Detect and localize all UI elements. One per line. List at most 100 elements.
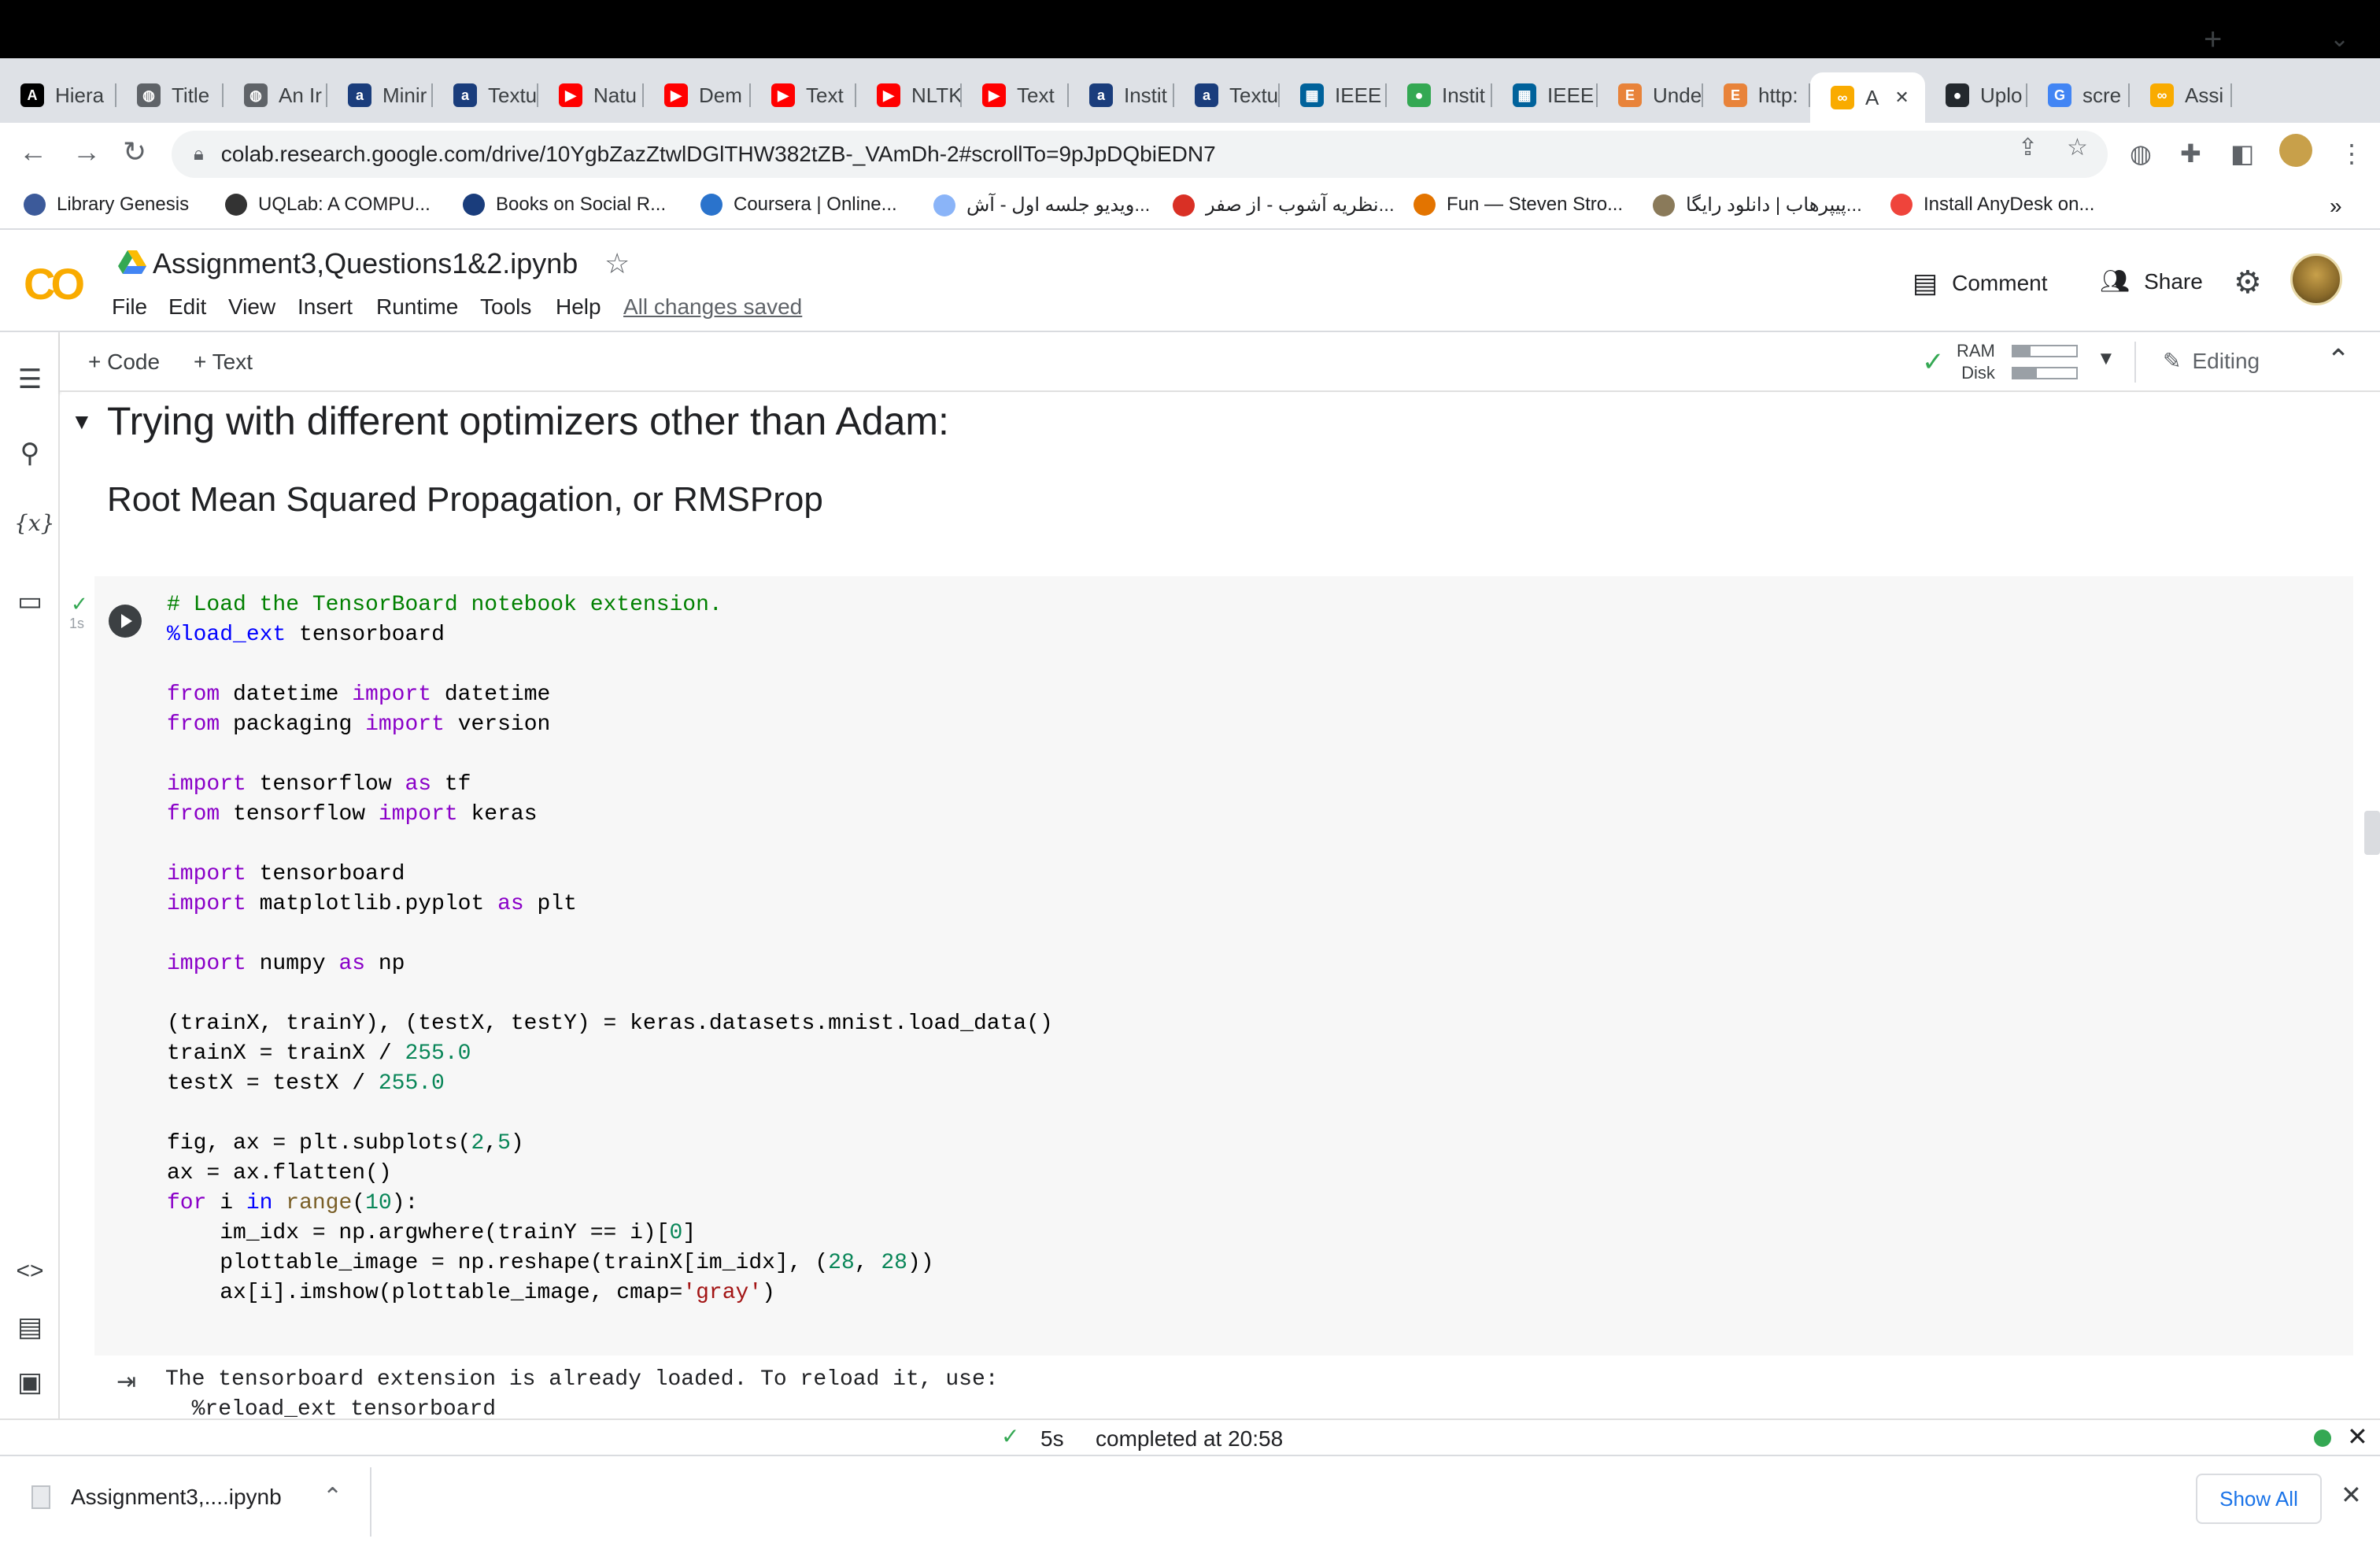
command-palette-icon[interactable]: ▤ — [14, 1311, 46, 1343]
browser-tab[interactable]: ▶ Text — [962, 72, 1069, 118]
extensions-puzzle-icon[interactable]: ✚ — [2180, 139, 2201, 168]
add-code-button[interactable]: + Code — [88, 350, 160, 375]
section-heading: Trying with different optimizers other t… — [107, 399, 949, 443]
browser-tab[interactable]: Gscre — [2027, 72, 2130, 118]
add-text-button[interactable]: + Text — [194, 350, 253, 375]
new-tab-button[interactable]: + — [2204, 22, 2222, 57]
url-text[interactable]: colab.research.google.com/drive/10YgbZaz… — [221, 142, 1216, 167]
bookmark-item[interactable]: پیپرهاب | دانلود رایگا... — [1653, 194, 1862, 216]
share-page-icon[interactable]: ⇪ — [2018, 134, 2038, 161]
output-icon[interactable]: ⇥ — [116, 1368, 136, 1396]
star-icon[interactable]: ☆ — [604, 247, 630, 280]
browser-tab[interactable]: Ehttp: — [1703, 72, 1810, 118]
scrollbar-thumb[interactable] — [2364, 811, 2380, 855]
browser-tab[interactable]: a Textu — [433, 72, 538, 118]
resources-dropdown-icon[interactable]: ▼ — [2097, 348, 2116, 370]
browser-tab[interactable]: ∞ A ✕ — [1810, 72, 1925, 123]
bookmark-item[interactable]: Install AnyDesk on... — [1890, 194, 2094, 216]
bookmark-item[interactable]: Books on Social R... — [463, 194, 666, 216]
bookmark-label: نظریه آشوب - از صفر... — [1206, 194, 1395, 216]
browser-tab[interactable]: ∞ Assi — [2130, 72, 2232, 118]
bookmarks-bar: Library Genesis UQLab: A COMPU... Books on… — [0, 186, 2380, 230]
menu-view[interactable]: View — [228, 294, 275, 320]
bookmark-label: پیپرهاب | دانلود رایگا... — [1686, 194, 1862, 216]
tab-label: Text — [806, 83, 844, 107]
more-bookmarks-chevron-icon[interactable]: » — [2330, 194, 2342, 219]
menu-insert[interactable]: Insert — [298, 294, 353, 320]
bookmark-item[interactable]: نظریه آشوب - از صفر... — [1173, 194, 1395, 216]
editing-mode-button[interactable]: ✎ Editing — [2163, 348, 2260, 374]
kebab-menu-icon[interactable]: ⋮ — [2339, 139, 2364, 168]
search-icon[interactable]: ⚲ — [14, 438, 46, 469]
asu-icon: A — [20, 83, 44, 107]
browser-tab[interactable]: A Hiera — [0, 72, 116, 118]
profile-avatar[interactable] — [2279, 134, 2312, 167]
variables-icon[interactable]: {x} — [14, 510, 54, 536]
section-collapse-icon[interactable]: ▼ — [71, 409, 93, 435]
google-drive-icon[interactable] — [118, 250, 146, 276]
browser-tab[interactable]: ▶ Natu — [538, 72, 644, 118]
ieee-icon: ▦ — [1513, 83, 1536, 107]
browser-tab[interactable]: ▶ Dem — [644, 72, 751, 118]
arc-icon: a — [453, 83, 477, 107]
bookmark-item[interactable]: Fun — Steven Stro... — [1414, 194, 1623, 216]
download-options-chevron-icon[interactable]: ⌃ — [323, 1483, 342, 1511]
terminal-icon[interactable]: ▣ — [14, 1367, 46, 1398]
tab-search-chevron-icon[interactable]: ⌄ — [2330, 25, 2349, 53]
address-bar[interactable]: 🔒︎ colab.research.google.com/drive/10Ygb… — [172, 131, 2108, 178]
show-all-button[interactable]: Show All — [2196, 1474, 2322, 1524]
browser-tab[interactable]: a Textu — [1174, 72, 1280, 118]
colab-logo[interactable]: CO — [24, 258, 85, 309]
table-of-contents-icon[interactable]: ☰ — [14, 364, 46, 395]
reload-icon[interactable]: ↻ — [123, 135, 146, 168]
bookmark-item[interactable]: Coursera | Online... — [700, 194, 897, 216]
user-avatar[interactable] — [2290, 253, 2342, 305]
browser-navbar: ← → ↻ 🔒︎ colab.research.google.com/drive… — [0, 123, 2380, 186]
browser-tab[interactable]: a Minir — [327, 72, 433, 118]
bookmark-item[interactable]: Library Genesis — [24, 194, 189, 216]
share-button[interactable]: 👥︎ Share — [2100, 268, 2203, 295]
bookmark-label: ویدیو جلسه اول - آش... — [966, 194, 1151, 216]
forward-arrow-icon[interactable]: → — [72, 135, 101, 168]
bookmark-item[interactable]: UQLab: A COMPU... — [225, 194, 431, 216]
ram-meter[interactable] — [2012, 345, 2078, 357]
browser-tab[interactable]: ● Uplo — [1925, 72, 2027, 118]
download-item[interactable]: Assignment3,....ipynb — [31, 1485, 282, 1510]
comment-button[interactable]: ▤ Comment — [1913, 268, 2048, 299]
disk-meter[interactable] — [2012, 367, 2078, 379]
browser-tab[interactable]: ◍ An Ir — [224, 72, 327, 118]
run-cell-button[interactable] — [109, 605, 142, 638]
side-panel-icon[interactable]: ◧ — [2230, 139, 2254, 168]
collapse-header-chevron-icon[interactable]: ⌃ — [2326, 343, 2350, 376]
bookmark-item[interactable]: ویدیو جلسه اول - آش... — [933, 194, 1150, 216]
close-status-icon[interactable]: ✕ — [2347, 1422, 2368, 1452]
browser-tab[interactable]: E Unde — [1598, 72, 1703, 118]
bookmark-star-icon[interactable]: ☆ — [2067, 134, 2088, 161]
browser-tab[interactable]: ▶ NLTK — [856, 72, 962, 118]
menu-file[interactable]: File — [112, 294, 147, 320]
close-downloads-icon[interactable]: ✕ — [2341, 1480, 2362, 1510]
back-arrow-icon[interactable]: ← — [19, 135, 47, 168]
vpn-globe-icon[interactable]: ◍ — [2130, 139, 2152, 168]
save-status[interactable]: All changes saved — [623, 294, 802, 320]
runtime-status-dot[interactable] — [2314, 1429, 2331, 1447]
browser-tab[interactable]: ▦ IEEE — [1280, 72, 1387, 118]
browser-tab[interactable]: ● Instit — [1387, 72, 1492, 118]
menu-runtime[interactable]: Runtime — [376, 294, 458, 320]
browser-tab[interactable]: ▦ IEEE — [1492, 72, 1598, 118]
browser-tab[interactable]: ▶ Text — [751, 72, 856, 118]
tab-label: Unde — [1653, 83, 1702, 107]
close-tab-icon[interactable]: ✕ — [1894, 87, 1909, 108]
files-folder-icon[interactable]: ▭ — [14, 586, 46, 617]
menu-edit[interactable]: Edit — [168, 294, 206, 320]
youtube-icon: ▶ — [982, 83, 1006, 107]
browser-tab[interactable]: a Instit — [1069, 72, 1174, 118]
settings-gear-icon[interactable]: ⚙ — [2234, 264, 2262, 301]
browser-tab[interactable]: ◍ Title — [116, 72, 224, 118]
menu-tools[interactable]: Tools — [480, 294, 531, 320]
menu-help[interactable]: Help — [556, 294, 601, 320]
code-editor[interactable]: # Load the TensorBoard notebook extensio… — [167, 590, 1053, 1308]
notebook-title[interactable]: Assignment3,Questions1&2.ipynb — [153, 247, 578, 280]
code-snippets-icon[interactable]: <> — [14, 1258, 46, 1285]
file-icon — [31, 1485, 50, 1509]
